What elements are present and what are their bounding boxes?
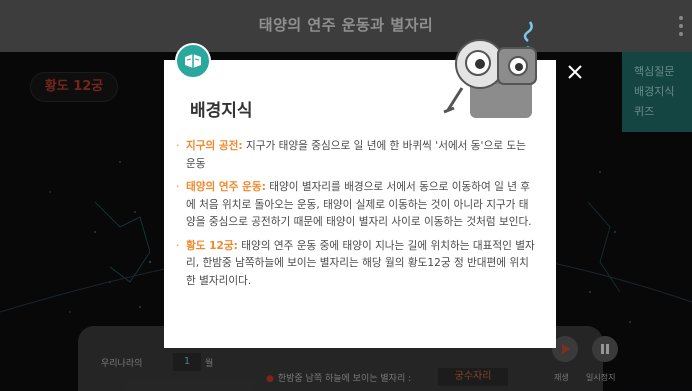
bullet: · [176, 140, 180, 152]
item-term: 황도 12궁: [186, 239, 238, 252]
knowledge-list: · 지구의 공전: 지구가 태양을 중심으로 일 년에 한 바퀴씩 '서에서 동… [176, 138, 536, 296]
item-term: 지구의 공전: [186, 140, 243, 152]
list-item: · 태양의 연주 운동: 태양이 별자리를 배경으로 서에서 동으로 이동하여 … [176, 179, 536, 232]
bullet: · [176, 181, 180, 193]
list-item: · 지구의 공전: 지구가 태양을 중심으로 일 년에 한 바퀴씩 '서에서 동… [176, 138, 536, 173]
robot-mascot-icon [443, 21, 537, 118]
bullet: · [176, 239, 180, 252]
item-term: 태양의 연주 운동: [186, 181, 266, 193]
close-icon[interactable] [567, 64, 583, 80]
modal-title: 배경지식 [190, 101, 253, 121]
book-icon [175, 43, 211, 79]
item-text: 태양의 연주 운동 중에 태양이 지나는 길에 위치하는 대표적인 별자리, 한… [186, 239, 535, 287]
list-item: · 황도 12궁: 태양의 연주 운동 중에 태양이 지나는 길에 위치하는 대… [176, 238, 536, 291]
